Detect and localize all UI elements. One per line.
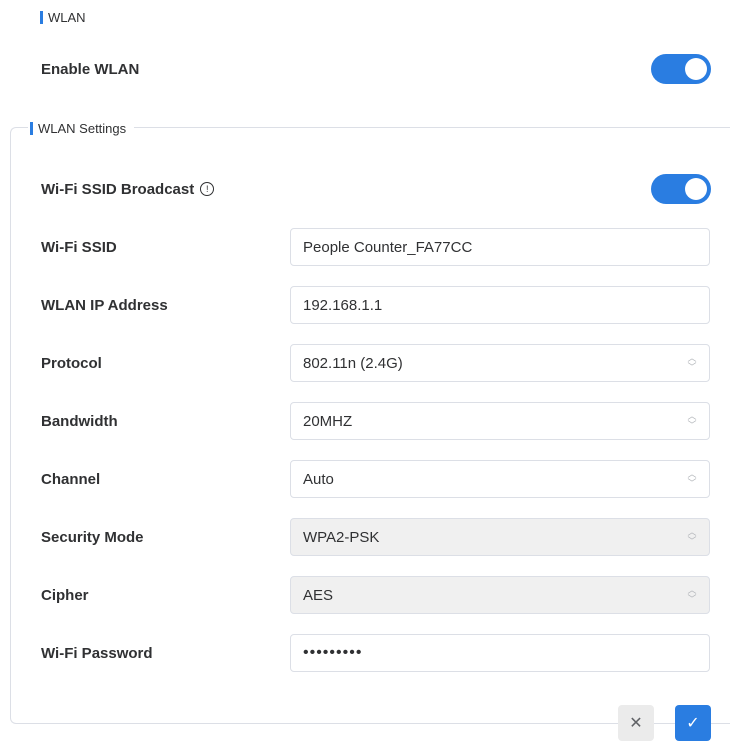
up-down-arrows-icon: ︿ ﹀ [687, 585, 697, 604]
section-accent-bar [40, 10, 43, 24]
up-down-arrows-icon: ︿ ﹀ [687, 411, 697, 430]
wlan-settings-legend: WLAN Settings [28, 120, 135, 136]
toggle-knob [685, 58, 707, 80]
up-down-arrows-icon: ︿ ﹀ [687, 353, 697, 372]
legend-accent-bar [30, 121, 33, 135]
toggle-knob [685, 178, 707, 200]
ssid-value: People Counter_FA77CC [303, 238, 473, 256]
up-down-arrows-icon: ︿ ﹀ [687, 527, 697, 546]
password-label: Wi-Fi Password [41, 644, 153, 662]
cancel-button[interactable]: ✕ [618, 705, 654, 741]
cipher-value: AES [303, 586, 334, 604]
bandwidth-label: Bandwidth [41, 412, 118, 430]
password-input[interactable]: ••••••••• [290, 634, 710, 672]
channel-select[interactable]: Auto ︿ ﹀ [290, 460, 710, 498]
protocol-select[interactable]: 802.11n (2.4G) ︿ ﹀ [290, 344, 710, 382]
security-mode-select: WPA2-PSK ︿ ﹀ [290, 518, 710, 556]
channel-value: Auto [303, 470, 334, 488]
check-icon: ✓ [686, 715, 700, 732]
cipher-select: AES ︿ ﹀ [290, 576, 710, 614]
ssid-input[interactable]: People Counter_FA77CC [290, 228, 710, 266]
password-value: ••••••••• [303, 644, 363, 661]
legend-title: WLAN Settings [38, 120, 127, 136]
ip-label: WLAN IP Address [41, 296, 168, 314]
bandwidth-value: 20MHZ [303, 412, 353, 430]
ssid-label: Wi-Fi SSID [41, 238, 117, 256]
protocol-label: Protocol [41, 354, 102, 372]
ssid-broadcast-label: Wi-Fi SSID Broadcast [41, 180, 195, 198]
section-title: WLAN [48, 9, 86, 25]
enable-wlan-label: Enable WLAN [41, 60, 140, 78]
bandwidth-select[interactable]: 20MHZ ︿ ﹀ [290, 402, 710, 440]
ssid-broadcast-label-row: Wi-Fi SSID Broadcast ! [41, 179, 215, 199]
channel-label: Channel [41, 470, 101, 488]
security-mode-value: WPA2-PSK [303, 528, 380, 546]
ssid-broadcast-toggle[interactable] [651, 174, 711, 204]
ip-input[interactable]: 192.168.1.1 [290, 286, 710, 324]
save-button[interactable]: ✓ [675, 705, 711, 741]
section-header-wlan: WLAN [40, 9, 86, 25]
close-icon: ✕ [629, 715, 643, 732]
protocol-value: 802.11n (2.4G) [303, 354, 403, 372]
cipher-label: Cipher [41, 586, 89, 604]
ip-value: 192.168.1.1 [303, 296, 383, 314]
info-circle-icon[interactable]: ! [200, 182, 215, 196]
security-mode-label: Security Mode [41, 528, 144, 546]
enable-wlan-toggle[interactable] [651, 54, 711, 84]
up-down-arrows-icon: ︿ ﹀ [687, 469, 697, 488]
